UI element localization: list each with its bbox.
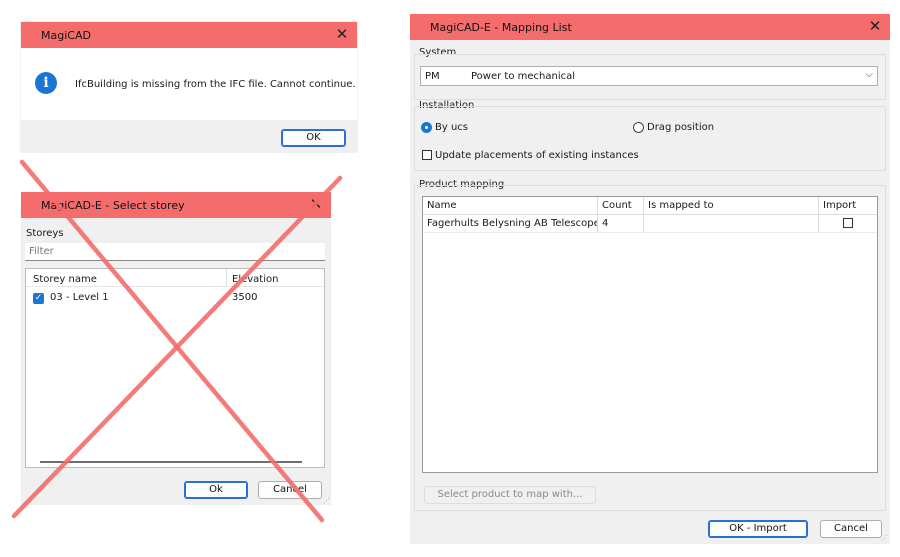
update-placements-label[interactable]: Update placements of existing instances: [435, 150, 639, 161]
mapping-dialog-titlebar: MagiCAD-E - Mapping List ✕: [410, 14, 890, 40]
count-cell: 4: [598, 215, 644, 232]
select-product-button[interactable]: Select product to map with...: [424, 486, 596, 504]
column-count[interactable]: Count: [598, 197, 644, 214]
radio-drag-position[interactable]: [633, 122, 644, 133]
mapped-to-cell[interactable]: [644, 215, 819, 232]
column-import[interactable]: Import: [819, 197, 877, 214]
installation-group: [414, 106, 886, 171]
mapping-dialog-title: MagiCAD-E - Mapping List: [430, 20, 572, 34]
product-mapping-table: Name Count Is mapped to Import Fagerhult…: [422, 196, 878, 473]
ok-import-button[interactable]: OK - Import: [708, 520, 808, 538]
mapping-cancel-button[interactable]: Cancel: [820, 520, 882, 538]
product-name-cell: Fagerhults Belysning AB Telescope Aqu: [423, 215, 598, 232]
radio-drag-position-label[interactable]: Drag position: [647, 122, 714, 133]
close-icon[interactable]: ✕: [866, 17, 884, 35]
table-header: Name Count Is mapped to Import: [423, 197, 877, 215]
system-select[interactable]: PM Power to mechanical ⌵: [420, 66, 878, 86]
import-checkbox[interactable]: [843, 218, 853, 228]
chevron-down-icon[interactable]: ⌵: [865, 69, 873, 80]
column-is-mapped-to[interactable]: Is mapped to: [644, 197, 819, 214]
radio-by-ucs-label[interactable]: By ucs: [435, 122, 468, 133]
mapping-list-dialog: MagiCAD-E - Mapping List ✕ System PM Pow…: [410, 14, 890, 544]
cross-line-2: [11, 175, 343, 519]
system-code: PM: [425, 71, 440, 82]
update-placements-checkbox[interactable]: [422, 150, 432, 160]
column-name[interactable]: Name: [423, 197, 598, 214]
table-row[interactable]: Fagerhults Belysning AB Telescope Aqu 4: [423, 215, 877, 233]
radio-dot: [425, 126, 428, 129]
resize-grip-icon[interactable]: ⋰: [881, 534, 888, 542]
radio-by-ucs[interactable]: [421, 122, 432, 133]
system-name: Power to mechanical: [471, 71, 576, 82]
cross-line-1: [19, 159, 325, 523]
